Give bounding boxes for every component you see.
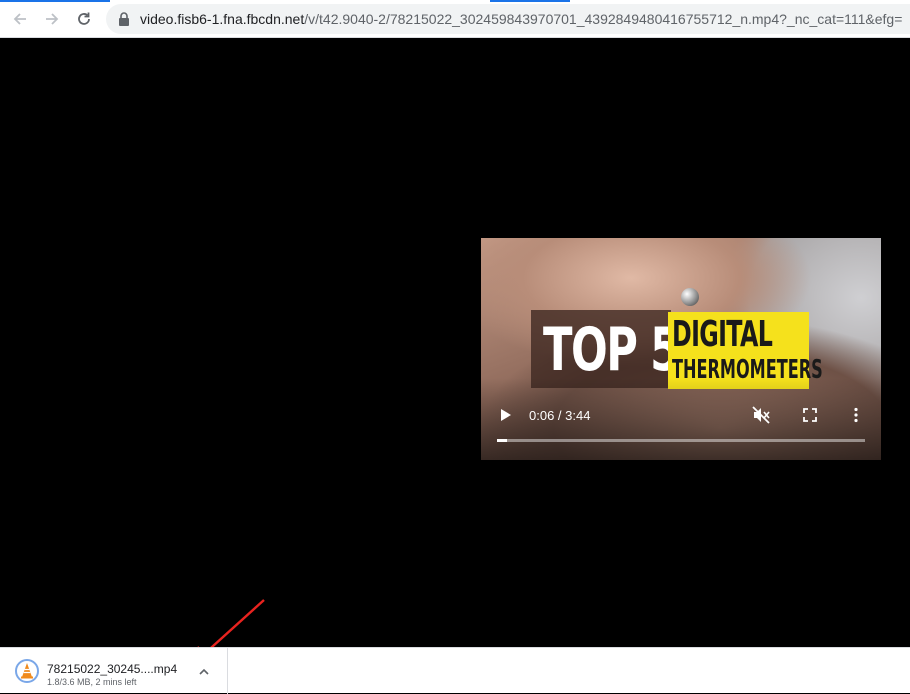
- thermometer-tip: [681, 288, 699, 306]
- download-item[interactable]: 78215022_30245....mp4 1.8/3.6 MB, 2 mins…: [0, 648, 228, 694]
- play-button[interactable]: [497, 406, 515, 424]
- address-bar[interactable]: video.fisb6-1.fna.fbcdn.net/v/t42.9040-2…: [106, 4, 910, 34]
- video-title-main: TOP 5: [543, 315, 680, 385]
- browser-toolbar: video.fisb6-1.fna.fbcdn.net/v/t42.9040-2…: [0, 0, 910, 38]
- video-title-digital: DIGITAL: [672, 314, 773, 355]
- page-viewport: TOP 5 DIGITAL THERMOMETERS 0:06 / 3:44: [0, 38, 910, 647]
- download-file-name: 78215022_30245....mp4: [47, 662, 178, 676]
- play-icon: [501, 409, 511, 421]
- video-player[interactable]: TOP 5 DIGITAL THERMOMETERS 0:06 / 3:44: [481, 238, 881, 460]
- page-loading-indicator: [0, 0, 910, 2]
- arrow-right-icon: [46, 13, 59, 25]
- more-vert-icon: [854, 407, 858, 423]
- fullscreen-button[interactable]: [801, 406, 819, 424]
- download-shelf: 78215022_30245....mp4 1.8/3.6 MB, 2 mins…: [0, 647, 910, 694]
- seek-bar-played: [497, 439, 507, 442]
- download-status: 1.8/3.6 MB, 2 mins left: [47, 677, 137, 687]
- reload-button[interactable]: [71, 6, 97, 32]
- back-button[interactable]: [7, 6, 33, 32]
- mute-button[interactable]: [751, 405, 771, 425]
- fullscreen-icon: [803, 408, 817, 422]
- seek-bar[interactable]: [497, 439, 865, 442]
- time-display: 0:06 / 3:44: [529, 408, 591, 423]
- url-path: /v/t42.9040-2/78215022_302459843970701_4…: [304, 11, 903, 27]
- vlc-file-icon: [15, 659, 39, 683]
- chevron-up-icon[interactable]: [196, 664, 212, 680]
- reload-icon: [78, 12, 90, 25]
- url-text: video.fisb6-1.fna.fbcdn.net/v/t42.9040-2…: [140, 11, 902, 27]
- forward-button[interactable]: [39, 6, 65, 32]
- arrow-left-icon: [13, 13, 26, 25]
- url-host: video.fisb6-1.fna.fbcdn.net: [140, 11, 305, 27]
- muted-speaker-icon: [752, 406, 770, 424]
- more-options-button[interactable]: [847, 406, 865, 424]
- lock-icon: [119, 12, 129, 26]
